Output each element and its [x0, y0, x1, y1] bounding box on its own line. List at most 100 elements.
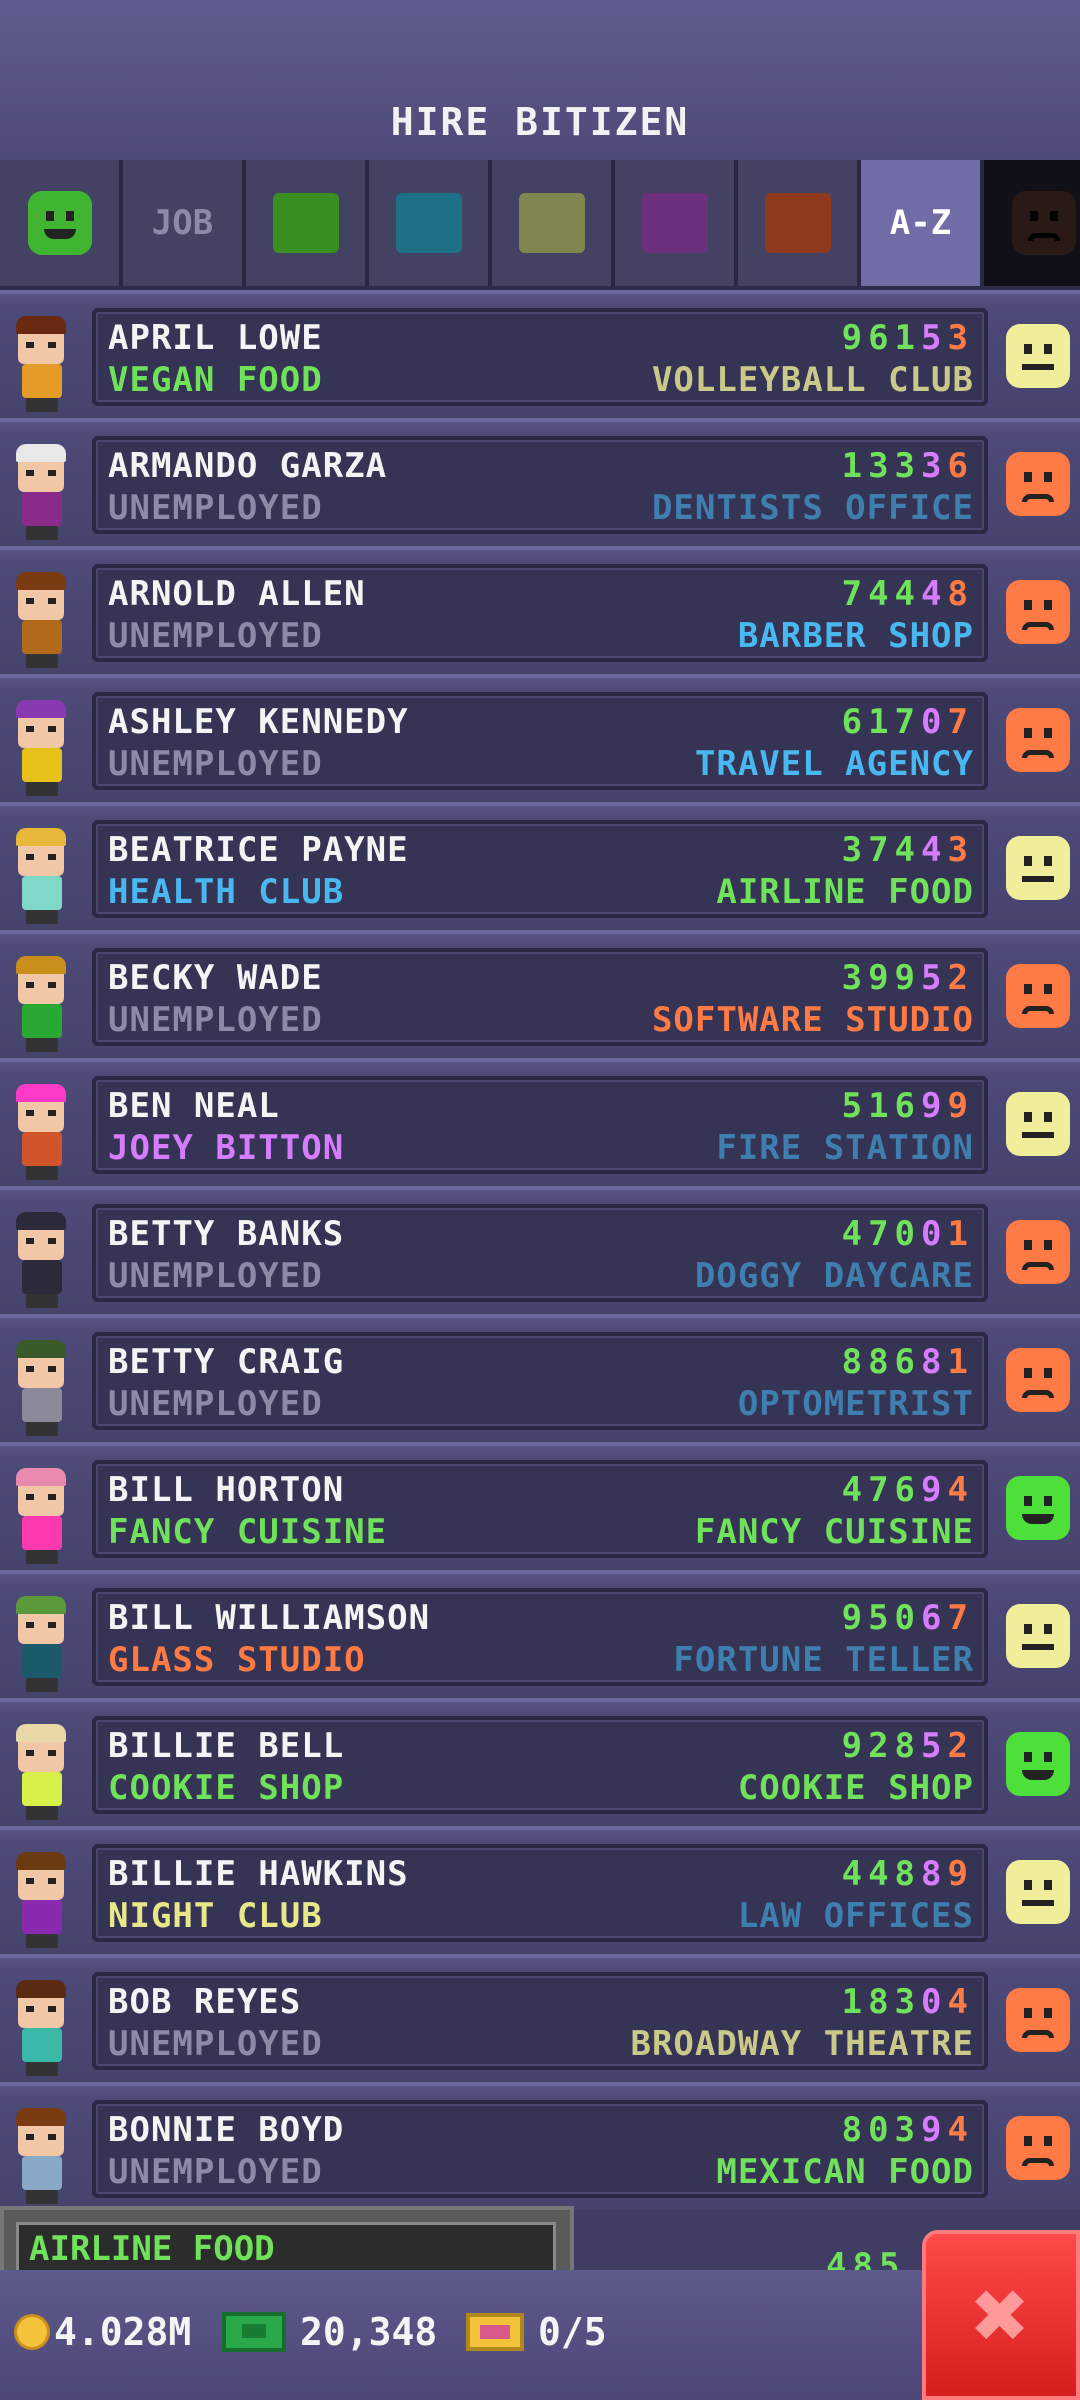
tab-service[interactable] [369, 160, 492, 286]
skill-digit: 4 [921, 830, 948, 870]
skill-digit: 4 [841, 1214, 869, 1254]
bitizen-row[interactable]: BEATRICE PAYNE HEALTH CLUB 37443 AIRLINE FO… [0, 802, 1080, 930]
tab-job[interactable]: JOB [123, 160, 246, 286]
bitizen-name: BECKY WADE [108, 958, 323, 998]
bitizen-dream-job: VOLLEYBALL CLUB [651, 360, 974, 400]
sad-face-icon [1011, 191, 1076, 255]
bitizen-row[interactable]: BILL HORTON FANCY CUISINE 47694 FANCY CUISI… [0, 1442, 1080, 1570]
skill-digit: 4 [947, 1982, 974, 2022]
skill-digit: 9 [841, 318, 869, 358]
skill-digit: 2 [947, 958, 974, 998]
bitizen-row[interactable]: BILLIE BELL COOKIE SHOP 92852 COOKIE SHOP [0, 1698, 1080, 1826]
close-button[interactable]: ✖ [922, 2230, 1080, 2400]
skill-digit: 7 [947, 1598, 974, 1638]
skill-digit: 9 [921, 1086, 948, 1126]
bitizen-row[interactable]: BILL WILLIAMSON GLASS STUDIO 95067 FORTUNE … [0, 1570, 1080, 1698]
skill-digit: 3 [841, 958, 869, 998]
neutral-face-icon [1006, 324, 1070, 388]
sad-face-icon [1006, 2116, 1070, 2180]
bitizen-avatar [10, 316, 74, 412]
bitizen-job: UNEMPLOYED [108, 616, 323, 656]
skill-digit: 8 [921, 1342, 948, 1382]
bitizen-name: BEN NEAL [108, 1086, 280, 1126]
skill-digit: 5 [868, 1598, 895, 1638]
bitizen-skills: 51699 [842, 1086, 974, 1126]
tab-happy[interactable] [0, 160, 123, 286]
skill-digit: 9 [894, 958, 922, 998]
filter-panel: AIRLINE FOOD [0, 2206, 574, 2276]
tab-creative[interactable] [738, 160, 861, 286]
skill-digit: 2 [947, 1726, 974, 1766]
bitizen-row[interactable]: BONNIE BOYD UNEMPLOYED 80394 MEXICAN FOOD [0, 2082, 1080, 2210]
category-recreation-icon [518, 193, 585, 253]
bitizen-skills: 96153 [842, 318, 974, 358]
bitizen-list[interactable]: APRIL LOWE VEGAN FOOD 96153 VOLLEYBALL CLUB… [0, 290, 1080, 2210]
skill-digit: 9 [841, 1598, 869, 1638]
bitizen-row[interactable]: BOB REYES UNEMPLOYED 18304 BROADWAY THEATRE [0, 1954, 1080, 2082]
sad-face-icon [1006, 1988, 1070, 2052]
skill-digit: 0 [921, 1214, 948, 1254]
tab-az[interactable]: A-Z [861, 160, 984, 286]
bux-icon [222, 2312, 286, 2352]
bitizen-row[interactable]: APRIL LOWE VEGAN FOOD 96153 VOLLEYBALL CLUB [0, 290, 1080, 418]
bitizen-name: ARNOLD ALLEN [108, 574, 366, 614]
bitizen-dream-job: SOFTWARE STUDIO [651, 1000, 974, 1040]
bitizen-skills: 74448 [842, 574, 974, 614]
sad-face-icon [1006, 1348, 1070, 1412]
bitizen-avatar [10, 1340, 74, 1436]
bitizen-skills: 18304 [842, 1982, 974, 2022]
skill-digit: 4 [868, 1854, 895, 1894]
bitizen-info-panel: BILLIE BELL COOKIE SHOP 92852 COOKIE SHOP [92, 1716, 988, 1814]
tab-food[interactable] [246, 160, 369, 286]
skill-digit: 7 [868, 1470, 895, 1510]
skill-digit: 3 [841, 830, 869, 870]
skill-digit: 8 [841, 2110, 869, 2150]
bitizen-avatar [10, 1212, 74, 1308]
bitizen-row[interactable]: ASHLEY KENNEDY UNEMPLOYED 61707 TRAVEL AGEN… [0, 674, 1080, 802]
bitizen-info-panel: BETTY CRAIG UNEMPLOYED 88681 OPTOMETRIST [92, 1332, 988, 1430]
bitizen-row[interactable]: BETTY CRAIG UNEMPLOYED 88681 OPTOMETRIST [0, 1314, 1080, 1442]
skill-digit: 8 [841, 1342, 869, 1382]
skill-digit: 8 [868, 1342, 895, 1382]
skill-digit: 5 [841, 1086, 869, 1126]
bitizen-info-panel: ARNOLD ALLEN UNEMPLOYED 74448 BARBER SHOP [92, 564, 988, 662]
skill-digit: 8 [947, 574, 974, 614]
skill-digit: 3 [921, 446, 948, 486]
skill-digit: 6 [868, 318, 895, 358]
skill-digit: 8 [921, 1854, 948, 1894]
skill-digit: 1 [868, 702, 895, 742]
bitizen-dream-job: COOKIE SHOP [737, 1768, 974, 1808]
skill-digit: 8 [868, 1982, 895, 2022]
bitizen-dream-job: DENTISTS OFFICE [651, 488, 974, 528]
bitizen-name: BEATRICE PAYNE [108, 830, 409, 870]
bitizen-row[interactable]: BILLIE HAWKINS NIGHT CLUB 44889 LAW OFFICES [0, 1826, 1080, 1954]
bitizen-skills: 44889 [842, 1854, 974, 1894]
bitizen-skills: 13336 [842, 446, 974, 486]
tab-sad[interactable] [984, 160, 1080, 286]
bitizen-row[interactable]: BECKY WADE UNEMPLOYED 39952 SOFTWARE STUDIO [0, 930, 1080, 1058]
bitizen-job: VEGAN FOOD [108, 360, 323, 400]
coins-value: 4.028M [54, 2310, 192, 2354]
skill-digit: 8 [894, 1854, 922, 1894]
tab-retail[interactable] [615, 160, 738, 286]
neutral-face-icon [1006, 1860, 1070, 1924]
bitizen-job: JOEY BITTON [108, 1128, 345, 1168]
skill-digit: 3 [947, 318, 974, 358]
skill-digit: 4 [841, 1854, 869, 1894]
skill-digit: 9 [841, 1726, 869, 1766]
skill-digit: 4 [868, 574, 895, 614]
bitizen-job: UNEMPLOYED [108, 1384, 323, 1424]
bitizen-skills: 80394 [842, 2110, 974, 2150]
skill-digit: 9 [947, 1086, 974, 1126]
tab-recreation[interactable] [492, 160, 615, 286]
bitizen-row[interactable]: ARMANDO GARZA UNEMPLOYED 13336 DENTISTS OFF… [0, 418, 1080, 546]
bitizen-row[interactable]: BETTY BANKS UNEMPLOYED 47001 DOGGY DAYCARE [0, 1186, 1080, 1314]
skill-digit: 0 [921, 1982, 948, 2022]
bitizen-info-panel: BEATRICE PAYNE HEALTH CLUB 37443 AIRLINE FO… [92, 820, 988, 918]
bitizen-avatar [10, 828, 74, 924]
bitizen-row[interactable]: ARNOLD ALLEN UNEMPLOYED 74448 BARBER SHOP [0, 546, 1080, 674]
tickets-stat: 0/5 [466, 2310, 607, 2354]
skill-digit: 4 [894, 574, 922, 614]
bitizen-row[interactable]: BEN NEAL JOEY BITTON 51699 FIRE STATION [0, 1058, 1080, 1186]
bitizen-job: COOKIE SHOP [108, 1768, 345, 1808]
